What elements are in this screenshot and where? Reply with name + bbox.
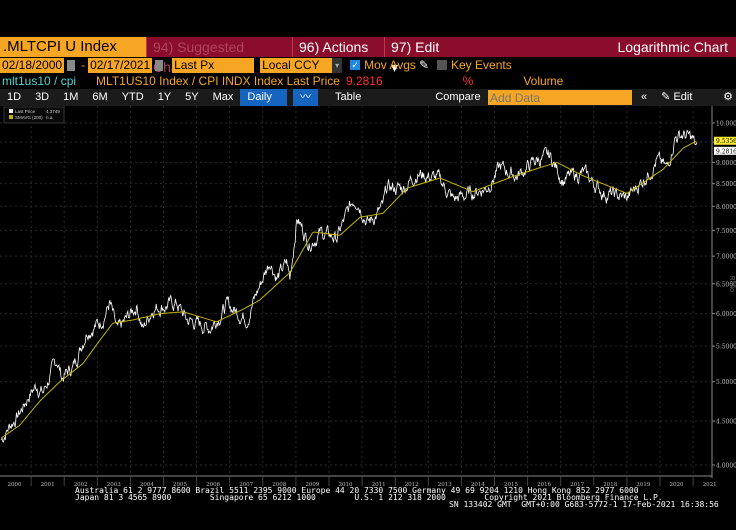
y-tick-label: 4.0000 <box>716 463 736 470</box>
legend-value: n.a. <box>46 115 54 120</box>
frequency-select[interactable]: Daily ▼ <box>240 89 288 120</box>
y-tick-label: 6.0000 <box>716 311 736 318</box>
chart-title: Logarithmic Chart <box>617 39 729 55</box>
table-button[interactable]: Table <box>328 89 368 106</box>
suggested-charts-button[interactable]: 94) Suggested Charts <box>146 37 292 75</box>
legend-swatch <box>9 109 13 113</box>
actions-menu[interactable]: 96) Actions ▾ <box>292 37 384 75</box>
y-tick-label: 7.0000 <box>716 254 736 261</box>
period-max[interactable]: Max <box>206 89 241 106</box>
line-chart-icon[interactable]: 〰 <box>293 89 319 106</box>
last-price-value: 9.2816 <box>345 74 383 88</box>
key-events-label: Key Events <box>451 58 512 72</box>
calendar-icon[interactable] <box>155 59 164 71</box>
period-1y[interactable]: 1Y <box>151 89 178 106</box>
period-3d[interactable]: 3D <box>28 89 56 106</box>
legend-value: 4.3749 <box>46 109 60 114</box>
footer-contacts: Australia 61 2 9777 8600 Brazil 5511 239… <box>0 487 736 509</box>
key-events-checkbox[interactable] <box>437 60 447 70</box>
series-description: MLT1US10 Index / CPI INDX Index Last Pri… <box>96 74 340 88</box>
ticker-field[interactable]: .MLTCPI U Index <box>0 37 146 57</box>
mov-avgs-label: Mov Avgs <box>364 58 416 72</box>
period-ytd[interactable]: YTD <box>115 89 151 106</box>
footer-line-3: SN 133402 GMT GMT+0:00 G683-5772-1 17-Fe… <box>449 500 719 509</box>
last-value-label: 9.5356 <box>716 138 736 145</box>
last-value-label: 9.2816 <box>716 148 736 155</box>
price-chart[interactable]: 4.00004.50005.00005.50006.00006.50007.00… <box>0 106 736 488</box>
gear-icon[interactable]: ⚙ <box>720 89 736 106</box>
y-tick-label: 8.5000 <box>716 181 736 188</box>
percent-label: % <box>462 74 474 88</box>
y-tick-label: 8.0000 <box>716 204 736 211</box>
chart-legend: Last Price 4.3749SMAVG (200) n.a. <box>3 106 65 124</box>
y-axis-side-label: Ratio <box>728 276 735 292</box>
calendar-icon[interactable] <box>67 59 76 71</box>
period-5y[interactable]: 5Y <box>178 89 205 106</box>
plot-area <box>0 106 712 476</box>
legend-name: SMAVG (200) <box>15 115 43 120</box>
collapse-icon[interactable]: « <box>634 89 654 106</box>
top-toolbar: .MLTCPI U Index 94) Suggested Charts 96)… <box>0 37 736 75</box>
edit-menu[interactable]: 97) Edit ▾ <box>384 37 454 75</box>
legend-name: Last Price <box>15 109 36 114</box>
y-tick-label: 7.5000 <box>716 228 736 235</box>
period-6m[interactable]: 6M <box>85 89 114 106</box>
y-tick-label: 5.0000 <box>716 379 736 386</box>
y-tick-label: 5.5000 <box>716 344 736 351</box>
currency-select[interactable]: Local CCY <box>260 57 333 73</box>
mov-avgs-checkbox[interactable]: ✓ <box>350 60 361 70</box>
period-toolbar: 1D3D1M6MYTD1Y5YMax Daily ▼ 〰 Table Compa… <box>0 89 736 120</box>
volume-label: Volume <box>523 74 564 88</box>
y-tick-label: 10.0000 <box>716 121 736 128</box>
period-1m[interactable]: 1M <box>56 89 85 106</box>
compare-button[interactable]: Compare ▾ <box>428 89 488 120</box>
series-legend-row: mlt1us10 / cpi MLT1US10 Index / CPI INDX… <box>0 73 736 89</box>
start-date-field[interactable]: 02/18/2000 <box>0 57 65 73</box>
series-short-name: mlt1us10 / cpi <box>2 74 77 88</box>
add-data-input[interactable] <box>488 90 633 105</box>
edit-chart-button[interactable]: ✎ Edit Chart <box>654 89 720 120</box>
controls-row: 02/18/2000 - 02/17/2021 Last Px Local CC… <box>0 57 736 73</box>
end-date-field[interactable]: 02/17/2021 <box>88 57 153 73</box>
date-dash: - <box>81 58 86 72</box>
chevron-down-icon[interactable]: ▾ <box>332 57 343 73</box>
price-type-field[interactable]: Last Px <box>172 57 255 73</box>
period-1d[interactable]: 1D <box>0 89 28 106</box>
y-tick-label: 4.5000 <box>716 419 736 426</box>
pencil-icon[interactable]: ✎ <box>419 58 429 72</box>
legend-swatch <box>9 115 13 119</box>
y-tick-label: 9.0000 <box>716 160 736 167</box>
